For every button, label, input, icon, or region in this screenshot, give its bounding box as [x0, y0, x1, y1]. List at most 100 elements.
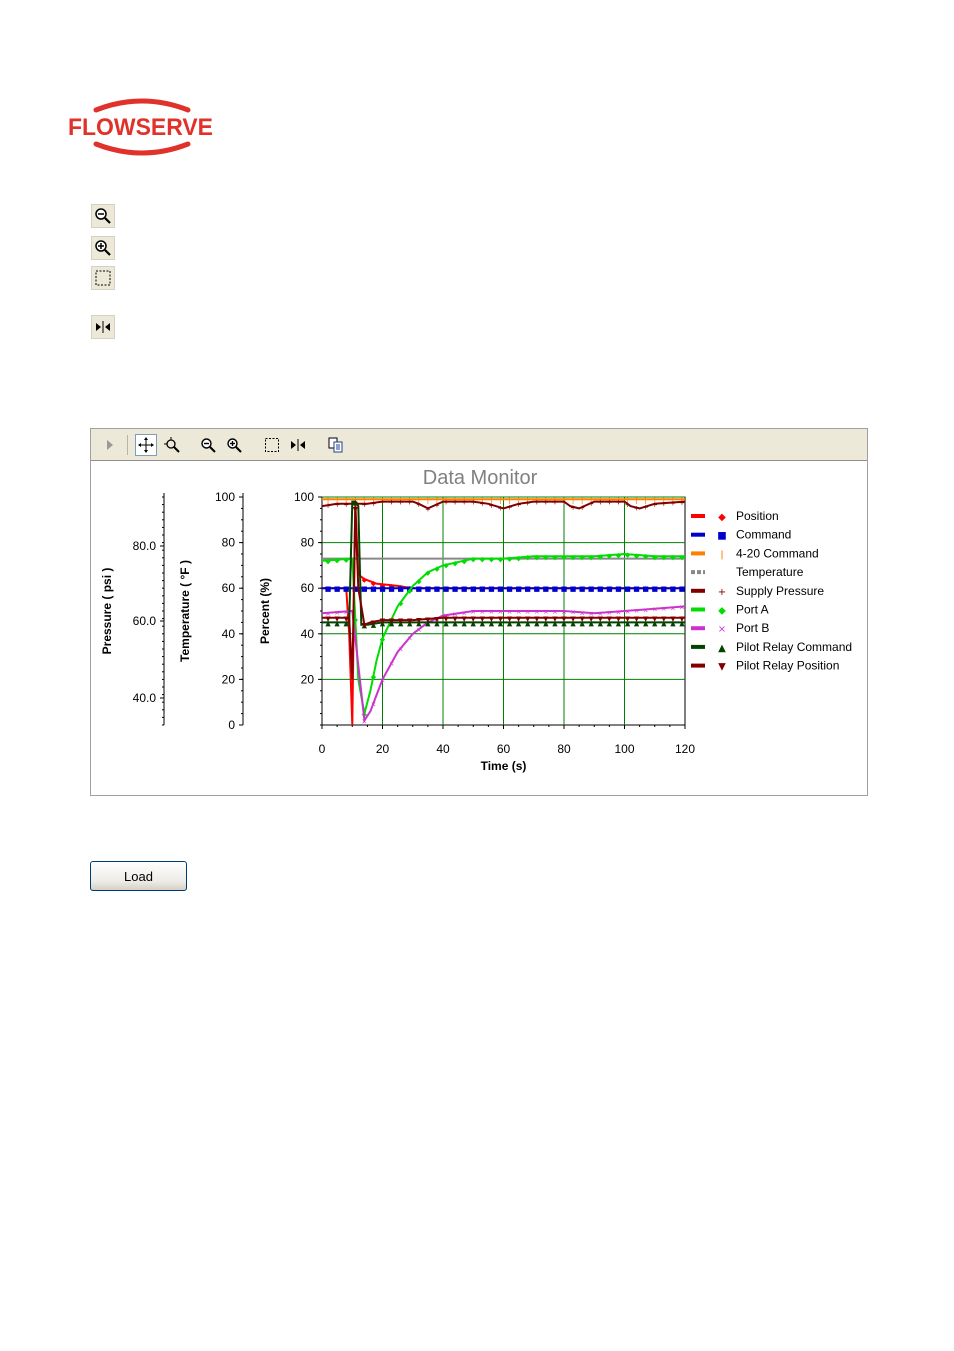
- series-pilot-relay-position-marker: ▼: [471, 615, 477, 623]
- expand-arrow-icon[interactable]: [99, 434, 121, 456]
- series-pilot-relay-position-marker: ▼: [534, 615, 540, 623]
- x-tick-label: 120: [675, 742, 695, 756]
- legend-pilot-relay-position-marker: ▼: [718, 662, 726, 673]
- fit-marker-icon[interactable]: [91, 315, 115, 339]
- zoom-point-icon[interactable]: [161, 434, 183, 456]
- series-port-a-marker: ◆: [561, 553, 567, 561]
- legend-pilot-relay-position-label: Pilot Relay Position: [736, 659, 839, 673]
- series-pilot-relay-position-marker: ▼: [561, 615, 567, 623]
- toolbar-separator: [127, 435, 128, 455]
- series-pilot-relay-position-marker: ▼: [344, 615, 350, 623]
- series-port-a-marker: ◆: [525, 554, 531, 562]
- series-supply-pressure-marker: +: [416, 501, 422, 509]
- legend-pilot-relay-command-marker: ▲: [718, 643, 726, 654]
- series-pilot-relay-position-marker: ▼: [389, 617, 395, 625]
- zoom-in-icon[interactable]: [223, 434, 245, 456]
- x-tick-label: 80: [557, 742, 571, 756]
- fit-marker-icon[interactable]: [287, 434, 309, 456]
- series-port-a-marker: ◆: [661, 553, 667, 561]
- legend-port-b-marker: ×: [718, 624, 726, 635]
- series-pilot-relay-position-marker: ▼: [443, 615, 449, 623]
- series-port-a-marker: ◆: [598, 553, 604, 561]
- series-command-marker: ■: [570, 585, 577, 593]
- series-4-20-command-marker: ǀ: [499, 496, 501, 504]
- series-pilot-relay-position-marker: ▼: [507, 615, 513, 623]
- chart-title: Data Monitor: [423, 467, 538, 489]
- temperature-tick-label: 40: [222, 627, 236, 641]
- series-supply-pressure-marker: +: [534, 499, 540, 507]
- series-command-marker: ■: [379, 585, 386, 593]
- series-port-b-marker: ×: [679, 604, 685, 612]
- legend-port-b-label: Port B: [736, 621, 769, 635]
- series-port-a-marker: ◆: [398, 599, 404, 607]
- legend-temperature-label: Temperature: [736, 565, 804, 579]
- series-supply-pressure-marker: +: [361, 501, 367, 509]
- series-port-b-marker: ×: [670, 604, 676, 612]
- flowserve-logo: FLOWSERVE: [66, 98, 218, 156]
- series-port-a-marker: ◆: [534, 553, 540, 561]
- temperature-tick-label: 100: [215, 490, 235, 504]
- zoom-in-icon[interactable]: [91, 236, 115, 260]
- series-supply-pressure-marker: +: [588, 500, 594, 508]
- pressure-axis-label: Pressure ( psi ): [100, 568, 114, 655]
- series-supply-pressure-marker: +: [579, 504, 585, 512]
- legend-port-a-label: Port A: [736, 603, 769, 617]
- zoom-box-icon[interactable]: [261, 434, 283, 456]
- series-command-marker: ■: [361, 585, 368, 593]
- legend-pilot-relay-command-label: Pilot Relay Command: [736, 640, 852, 654]
- series-port-a-marker: ◆: [616, 551, 622, 559]
- legend-supply-pressure-marker: +: [718, 587, 726, 598]
- series-command-marker: ■: [461, 585, 468, 593]
- series-position-marker: ◆: [362, 576, 368, 584]
- series-pilot-relay-position-marker: ▼: [325, 615, 331, 623]
- series-command-marker: ■: [524, 585, 531, 593]
- series-pilot-relay-position-marker: ▼: [607, 615, 613, 623]
- series-command-marker: ■: [506, 585, 513, 593]
- series-command-marker: ■: [443, 585, 450, 593]
- series-pilot-relay-position-marker: ▼: [661, 615, 667, 623]
- series-port-a-marker: ◆: [344, 556, 350, 564]
- series-supply-pressure-marker: +: [461, 499, 467, 507]
- series-supply-pressure-marker: +: [334, 501, 340, 509]
- legend-port-a-marker: ◆: [718, 606, 726, 617]
- series-command-marker: ■: [670, 585, 677, 593]
- pan-icon[interactable]: [135, 434, 157, 456]
- series-command-marker: ■: [597, 585, 604, 593]
- series-supply-pressure-marker: +: [597, 499, 603, 507]
- series-supply-pressure-marker: +: [616, 499, 622, 507]
- series-supply-pressure-marker: +: [516, 501, 522, 509]
- data-monitor-chart[interactable]: Data Monitor 0 20 40 60 80 100 120 Time (s) 20 40…: [91, 461, 867, 795]
- series-pilot-relay-position-marker: ▼: [579, 615, 585, 623]
- series-supply-pressure-marker: +: [561, 499, 567, 507]
- temperature-tick-label: 20: [222, 672, 236, 686]
- series-supply-pressure-marker: +: [434, 501, 440, 509]
- series-pilot-relay-position-marker: ▼: [434, 615, 440, 623]
- series-pilot-relay-position-marker: ▼: [616, 615, 622, 623]
- legend-4-20-command-marker: ǀ: [721, 549, 724, 560]
- series-pilot-relay-position-marker: ▼: [516, 615, 522, 623]
- series-port-b-marker: ×: [652, 606, 658, 614]
- series-command-marker: ■: [642, 585, 649, 593]
- load-button[interactable]: Load: [90, 861, 187, 891]
- legend-command-marker: ■: [717, 531, 726, 542]
- copy-icon[interactable]: [325, 434, 347, 456]
- zoom-out-icon[interactable]: [197, 434, 219, 456]
- series-port-a-marker: ◆: [507, 555, 513, 563]
- data-monitor-panel: Data Monitor 0 20 40 60 80 100 120 Time (s) 20 40…: [90, 428, 868, 796]
- series-supply-pressure-marker: +: [670, 499, 676, 507]
- zoom-box-icon[interactable]: [91, 266, 115, 290]
- temperature-axis-label: Temperature ( °F ): [178, 560, 192, 662]
- series-port-a-marker: ◆: [670, 553, 676, 561]
- series-command-marker: ■: [470, 585, 477, 593]
- series-supply-pressure-marker: +: [479, 500, 485, 508]
- series-command-marker: ■: [515, 585, 522, 593]
- x-tick-label: 20: [376, 742, 390, 756]
- series-supply-pressure-marker: +: [370, 500, 376, 508]
- x-axis-label: Time (s): [481, 759, 527, 773]
- series-command-marker: ■: [661, 585, 668, 593]
- temperature-tick-label: 80: [222, 536, 236, 550]
- series-supply-pressure-marker: +: [570, 504, 576, 512]
- chart-toolbar: [91, 429, 867, 461]
- zoom-out-icon[interactable]: [91, 204, 115, 228]
- series-port-b-marker: ×: [370, 700, 376, 708]
